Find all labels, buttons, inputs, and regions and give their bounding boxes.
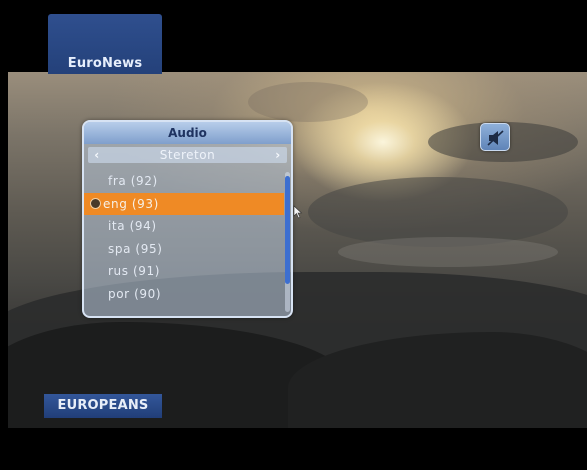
cloud	[338, 237, 558, 267]
audio-mode-selector[interactable]: ‹ Stereton ›	[88, 147, 287, 163]
track-label: spa (95)	[108, 241, 163, 256]
cloud	[248, 82, 368, 122]
mute-speaker-icon	[480, 123, 510, 151]
list-item[interactable]: spa (95)	[84, 238, 284, 261]
track-label: rus (91)	[108, 264, 161, 278]
channel-tab: EuroNews	[48, 14, 162, 74]
track-label: por (90)	[108, 286, 162, 301]
chevron-right-icon[interactable]: ›	[271, 147, 285, 163]
mouse-cursor-icon	[293, 204, 303, 223]
list-item[interactable]: ita (94)	[84, 215, 284, 238]
audio-menu: Audio ‹ Stereton › fra (92) eng (93) ita…	[82, 120, 293, 318]
track-label: eng (93)	[103, 196, 159, 211]
selected-indicator-icon	[90, 197, 101, 209]
audio-menu-title: Audio	[84, 122, 291, 144]
track-label: ita (94)	[108, 219, 157, 233]
scrollbar[interactable]	[285, 172, 290, 312]
audio-track-list: fra (92) eng (93) ita (94) spa (95) rus …	[84, 170, 284, 305]
scrollbar-thumb[interactable]	[285, 176, 290, 284]
audio-mode-value: Stereton	[159, 148, 216, 162]
track-label: fra (92)	[108, 174, 158, 188]
channel-name: EuroNews	[67, 56, 143, 71]
chevron-left-icon[interactable]: ‹	[90, 147, 104, 163]
list-item[interactable]: por (90)	[84, 283, 284, 306]
list-item-selected[interactable]: eng (93)	[84, 192, 284, 215]
program-logo: EUROPEANS	[44, 394, 162, 418]
list-item[interactable]: fra (92)	[84, 170, 284, 193]
list-item[interactable]: rus (91)	[84, 260, 284, 283]
